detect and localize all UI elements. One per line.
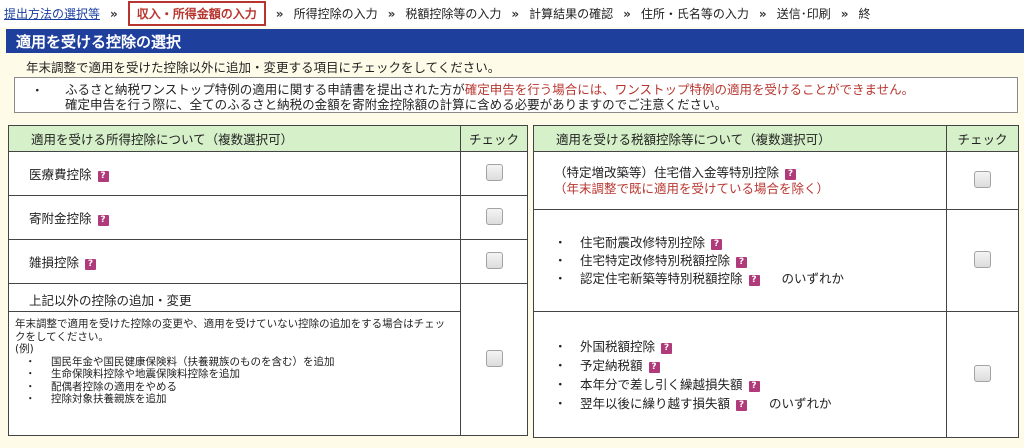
specific-renovation-credit-label: 住宅特定改修特別税額控除 (580, 252, 731, 268)
example-item: ・配偶者控除の適用をやめる (25, 380, 177, 393)
instruction-text: 年末調整で適用を受けた控除以外に追加・変更する項目にチェックをしてください。 (26, 60, 501, 75)
other-deduction-description: 年末調整で適用を受けた控除の変更や、適用を受けていない控除の追加をする場合はチェ… (9, 312, 460, 406)
notice-line2: 確定申告を行う際に、全てのふるさと納税の金額を寄附金控除額の計算に含める必要があ… (65, 97, 728, 112)
income-deduction-header: 適用を受ける所得控除について（複数選択可） (7, 125, 462, 152)
housing-renovation-credit-checkbox[interactable] (974, 250, 992, 268)
housing-loan-credit-label: （特定増改築等）住宅借入金等特別控除 (554, 164, 780, 180)
help-icon[interactable]: ? (748, 380, 760, 392)
housing-loan-credit-row: （特定増改築等）住宅借入金等特別控除? （年末調整で既に適用を受けている場合を除… (532, 151, 948, 210)
medical-expense-deduction-checkbox[interactable] (485, 163, 503, 181)
breadcrumb-separator: » (758, 6, 767, 21)
breadcrumb-step-income-deduction: 所得控除の入力 (293, 7, 378, 21)
breadcrumb-separator: » (623, 6, 631, 21)
example-item: ・国民年金や国民健康保険料（扶養親族のものを含む）を追加 (25, 355, 335, 368)
other-deduction-checkbox[interactable] (485, 349, 503, 367)
certified-housing-credit-label: 認定住宅新築等特別税額控除 (580, 270, 743, 286)
breadcrumb-step-tax-credit: 税額控除等の入力 (405, 7, 502, 21)
breadcrumb-separator: » (840, 6, 849, 21)
other-deduction-desc-text: 年末調整で適用を受けた控除の変更や、適用を受けていない控除の追加をする場合はチェ… (15, 318, 446, 343)
carryforward-loss-label: 翌年以後に繰り越す損失額 (580, 395, 731, 411)
casualty-loss-deduction-checkbox[interactable] (485, 251, 503, 269)
help-icon[interactable]: ? (97, 215, 109, 226)
help-icon[interactable]: ? (736, 256, 748, 268)
other-deduction-title: 上記以外の控除の追加・変更 (9, 284, 461, 312)
help-icon[interactable]: ? (748, 274, 760, 286)
foreign-tax-credit-label: 外国税額控除 (580, 338, 656, 354)
notice-line1-text: ふるさと納税ワンストップ特例の適用に関する申請書を提出された方が (65, 82, 465, 97)
help-icon[interactable]: ? (785, 168, 797, 180)
estimated-tax-label: 予定納税額 (580, 357, 643, 373)
help-icon[interactable]: ? (711, 238, 723, 250)
breadcrumb-separator: » (110, 6, 118, 21)
foreign-tax-credit-checkbox[interactable] (974, 364, 992, 382)
example-label: (例) (15, 343, 34, 355)
help-icon[interactable]: ? (97, 171, 109, 182)
breadcrumb-step-submission-method[interactable]: 提出方法の選択等 (4, 5, 100, 22)
breadcrumb-step-address-name: 住所・氏名等の入力 (640, 7, 749, 21)
notice-line1: ふるさと納税ワンストップ特例の適用に関する申請書を提出された方が確定申告を行う場… (65, 82, 914, 97)
breadcrumb: 提出方法の選択等 » 収入・所得金額の入力 » 所得控除の入力 » 税額控除等の… (0, 0, 1024, 27)
breadcrumb-step-end: 終 (858, 7, 871, 21)
example-item: ・生命保険料控除や地震保険料控除を追加 (25, 368, 240, 380)
casualty-loss-deduction-label: 雑損控除 (29, 255, 80, 270)
notice-warning-text: 確定申告を行う場合には、ワンストップ特例の適用を受けることができません。 (464, 82, 915, 97)
medical-expense-deduction-label: 医療費控除 (29, 167, 92, 182)
either-suffix: のいずれか (769, 395, 832, 411)
help-icon[interactable]: ? (648, 361, 660, 373)
help-icon[interactable]: ? (85, 259, 97, 270)
either-suffix: のいずれか (781, 270, 845, 286)
donation-deduction-label: 寄附金控除 (29, 211, 92, 226)
breadcrumb-step-send-print: 送信･印刷 (776, 7, 831, 21)
check-column-header: チェック (460, 125, 528, 152)
carryover-loss-deduct-label: 本年分で差し引く繰越損失額 (580, 376, 743, 392)
page-title: 適用を受ける控除の選択 (6, 29, 1024, 53)
breadcrumb-separator: » (511, 6, 520, 21)
income-deduction-table: 適用を受ける所得控除について（複数選択可） チェック 医療費控除? 寄附金控除?… (7, 125, 528, 436)
breadcrumb-separator: » (275, 6, 284, 21)
medical-expense-deduction-row: 医療費控除? (7, 151, 462, 196)
foreign-tax-credit-row: ・外国税額控除? ・予定納税額? ・本年分で差し引く繰越損失額? ・翌年以後に繰… (532, 311, 948, 438)
help-icon[interactable]: ? (736, 399, 748, 411)
other-deduction-row: 上記以外の控除の追加・変更 年末調整で適用を受けた控除の変更や、適用を受けていな… (7, 283, 462, 436)
example-item: ・控除対象扶養親族を追加 (25, 393, 167, 405)
donation-deduction-checkbox[interactable] (485, 207, 503, 225)
housing-loan-credit-checkbox[interactable] (974, 170, 992, 188)
breadcrumb-separator: » (387, 6, 396, 21)
tax-credit-header: 適用を受ける税額控除等について（複数選択可） (532, 125, 948, 152)
seismic-renovation-credit-label: 住宅耐震改修特別控除 (580, 234, 706, 250)
check-column-header: チェック (946, 125, 1019, 152)
tax-credit-table: 適用を受ける税額控除等について（複数選択可） チェック （特定増改築等）住宅借入… (532, 125, 1019, 438)
breadcrumb-step-income-current: 収入・所得金額の入力 (127, 1, 266, 26)
housing-loan-credit-note: （年末調整で既に適用を受けている場合を除く） (554, 180, 830, 196)
donation-deduction-row: 寄附金控除? (7, 195, 462, 240)
housing-renovation-credit-row: ・住宅耐震改修特別控除? ・住宅特定改修特別税額控除? ・認定住宅新築等特別税額… (532, 209, 948, 312)
breadcrumb-step-result-check: 計算結果の確認 (529, 7, 614, 21)
casualty-loss-deduction-row: 雑損控除? (7, 239, 462, 284)
help-icon[interactable]: ? (661, 342, 673, 354)
notice-bullet: ・ (31, 83, 44, 98)
notice-box: ・ ふるさと納税ワンストップ特例の適用に関する申請書を提出された方が確定申告を行… (14, 77, 1018, 113)
